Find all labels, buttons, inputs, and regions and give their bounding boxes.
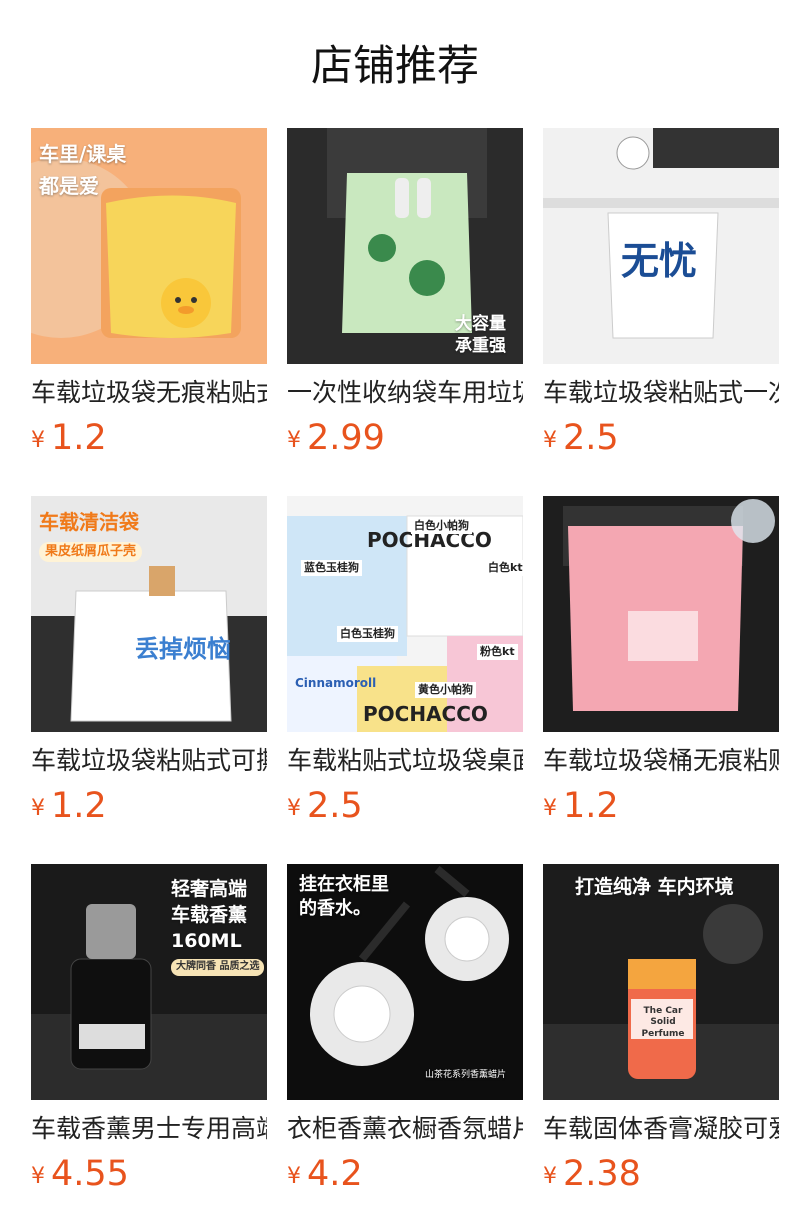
product-price: ¥1.2: [31, 416, 267, 466]
image-caption: 黄色小帕狗: [415, 682, 476, 698]
image-caption: 车载清洁袋: [39, 510, 139, 534]
product-card[interactable]: 挂在衣柜里 的香水。 山茶花系列香薰蜡片 衣柜香薰衣橱香氛蜡片 ¥4.2: [287, 864, 523, 1204]
image-caption: 丢掉烦恼: [135, 635, 231, 663]
product-card[interactable]: 大容量 承重强 一次性收纳袋车用垃圾袋 ¥2.99: [287, 128, 523, 468]
price-amount: 2.99: [307, 418, 385, 458]
currency-symbol: ¥: [31, 796, 45, 821]
price-amount: 4.55: [51, 1154, 129, 1194]
product-image[interactable]: POCHACCO 白色小帕狗 蓝色玉桂狗 白色kt 白色玉桂狗 粉色kt 黄色小…: [287, 496, 523, 732]
product-name[interactable]: 车载粘贴式垃圾袋桌面: [287, 744, 523, 778]
product-price: ¥1.2: [543, 784, 779, 834]
image-caption: POCHACCO: [363, 702, 488, 726]
image-caption: The Car Solid Perfume: [641, 1006, 685, 1039]
price-amount: 1.2: [51, 786, 107, 826]
image-caption: 都是爱: [39, 174, 99, 198]
image-caption: 山茶花系列香薰蜡片: [425, 1070, 507, 1080]
product-name[interactable]: 衣柜香薰衣橱香氛蜡片: [287, 1112, 523, 1146]
product-price: ¥2.38: [543, 1152, 779, 1202]
currency-symbol: ¥: [543, 796, 557, 821]
product-card[interactable]: 轻奢高端 车载香薰 160ML 大牌同香 品质之选 车载香薰男士专用高端 ¥4.…: [31, 864, 267, 1204]
product-name[interactable]: 车载垃圾袋桶无痕粘贴: [543, 744, 779, 778]
image-caption: 大牌同香 品质之选: [171, 959, 265, 976]
page-title: 店铺推荐: [310, 41, 479, 90]
currency-symbol: ¥: [287, 796, 301, 821]
image-caption: 大容量: [455, 314, 506, 334]
product-image[interactable]: 大容量 承重强: [287, 128, 523, 364]
currency-symbol: ¥: [31, 428, 45, 453]
image-caption: 挂在衣柜里: [299, 874, 389, 895]
product-card[interactable]: 车载清洁袋 果皮纸屑瓜子壳 丢掉烦恼 车载垃圾袋粘贴式可撕拉 ¥1.2: [31, 496, 267, 836]
product-image[interactable]: 打造纯净 车内环境 The Car Solid Perfume: [543, 864, 779, 1100]
image-caption: 的香水。: [299, 898, 371, 919]
product-image[interactable]: 车里/课桌 都是爱: [31, 128, 267, 364]
price-amount: 1.2: [51, 418, 107, 458]
product-name[interactable]: 车载香薰男士专用高端: [31, 1112, 267, 1146]
image-caption: 白色玉桂狗: [337, 626, 398, 642]
image-caption: 粉色kt: [477, 644, 518, 660]
product-price: ¥4.2: [287, 1152, 523, 1202]
image-caption: 蓝色玉桂狗: [301, 560, 362, 576]
currency-symbol: ¥: [287, 1164, 301, 1189]
price-amount: 2.5: [307, 786, 363, 826]
product-name[interactable]: 车载固体香膏凝胶可爱: [543, 1112, 779, 1146]
currency-symbol: ¥: [543, 1164, 557, 1189]
product-price: ¥2.99: [287, 416, 523, 466]
product-image[interactable]: [543, 496, 779, 732]
price-amount: 4.2: [307, 1154, 363, 1194]
image-caption: 打造纯净 车内环境: [575, 876, 734, 898]
image-caption: 承重强: [455, 336, 506, 356]
image-caption: 160ML: [171, 930, 242, 952]
product-price: ¥1.2: [31, 784, 267, 834]
product-card[interactable]: 打造纯净 车内环境 The Car Solid Perfume 车载固体香膏凝胶…: [543, 864, 779, 1204]
product-name[interactable]: 车载垃圾袋粘贴式一次性: [543, 376, 779, 410]
currency-symbol: ¥: [31, 1164, 45, 1189]
image-caption: 白色kt: [485, 560, 523, 576]
product-image[interactable]: 车载清洁袋 果皮纸屑瓜子壳 丢掉烦恼: [31, 496, 267, 732]
product-card[interactable]: 无忧 车载垃圾袋粘贴式一次性 ¥2.5: [543, 128, 779, 468]
product-price: ¥4.55: [31, 1152, 267, 1202]
image-caption: 无忧: [621, 239, 698, 283]
product-image[interactable]: 轻奢高端 车载香薰 160ML 大牌同香 品质之选: [31, 864, 267, 1100]
product-image[interactable]: 无忧: [543, 128, 779, 364]
product-name[interactable]: 一次性收纳袋车用垃圾袋: [287, 376, 523, 410]
image-caption: 果皮纸屑瓜子壳: [39, 542, 143, 563]
price-amount: 2.5: [563, 418, 619, 458]
product-card[interactable]: 车里/课桌 都是爱 车载垃圾袋无痕粘贴式 ¥1.2: [31, 128, 267, 468]
product-price: ¥2.5: [287, 784, 523, 834]
product-card[interactable]: POCHACCO 白色小帕狗 蓝色玉桂狗 白色kt 白色玉桂狗 粉色kt 黄色小…: [287, 496, 523, 836]
product-card[interactable]: 车载垃圾袋桶无痕粘贴 ¥1.2: [543, 496, 779, 836]
image-caption: 车里/课桌: [39, 142, 127, 166]
product-name[interactable]: 车载垃圾袋无痕粘贴式: [31, 376, 267, 410]
currency-symbol: ¥: [287, 428, 301, 453]
product-image[interactable]: 挂在衣柜里 的香水。 山茶花系列香薰蜡片: [287, 864, 523, 1100]
product-price: ¥2.5: [543, 416, 779, 466]
currency-symbol: ¥: [543, 428, 557, 453]
product-name[interactable]: 车载垃圾袋粘贴式可撕拉: [31, 744, 267, 778]
price-amount: 1.2: [563, 786, 619, 826]
image-caption: 白色小帕狗: [411, 518, 472, 534]
image-caption: Cinnamoroll: [295, 676, 377, 690]
price-amount: 2.38: [563, 1154, 641, 1194]
image-caption: 车载香薰: [171, 904, 248, 926]
image-caption: 轻奢高端: [171, 878, 248, 900]
